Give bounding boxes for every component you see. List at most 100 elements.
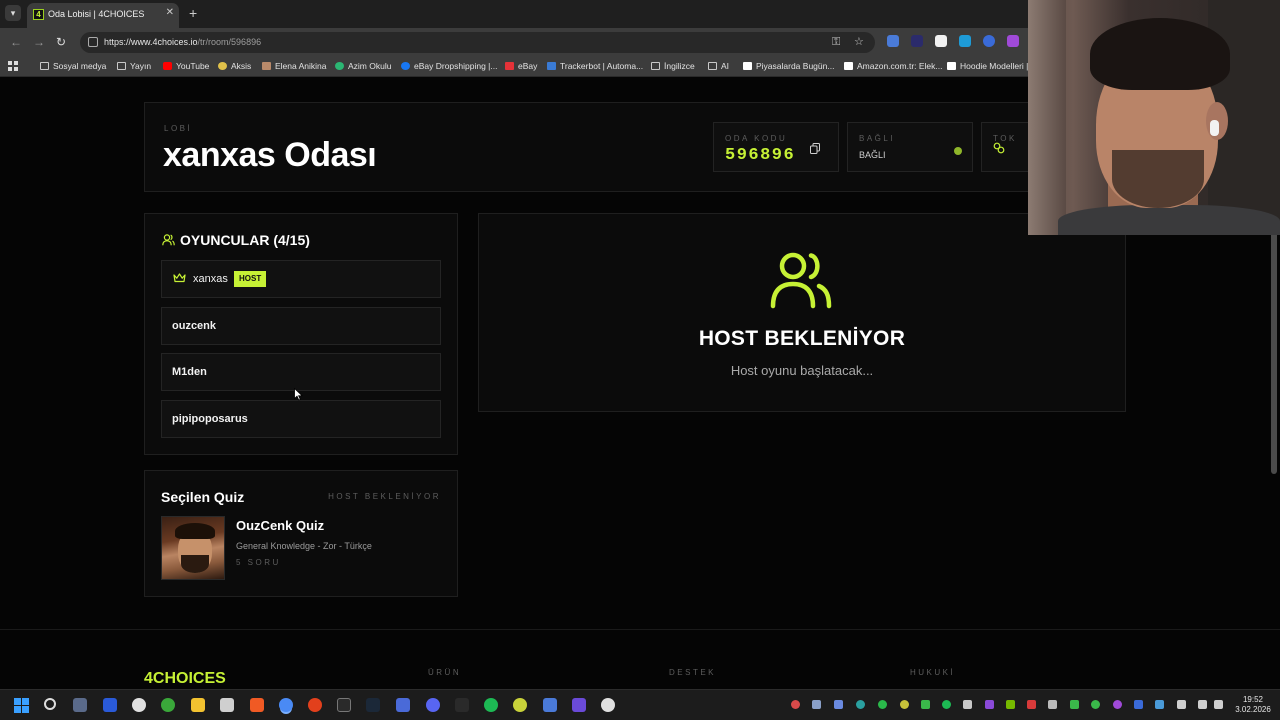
- store-icon[interactable]: [220, 698, 234, 712]
- webcam-shirt: [1058, 205, 1280, 235]
- bookmark-star-icon[interactable]: ☆: [854, 36, 864, 48]
- browser-tab-active[interactable]: 4 Oda Lobisi | 4CHOICES ✕: [27, 3, 179, 28]
- volume-icon[interactable]: [1214, 700, 1223, 709]
- audio-extension-icon[interactable]: [911, 35, 923, 47]
- footer-column-product: ÜRÜN: [428, 668, 462, 677]
- tray-nvidia-icon[interactable]: [1006, 700, 1015, 709]
- brave-icon[interactable]: [250, 698, 264, 712]
- app-icon-6[interactable]: [543, 698, 557, 712]
- footer-brand[interactable]: 4CHOICES: [144, 670, 226, 688]
- bookmark-ingilizce[interactable]: İngilizce: [651, 61, 695, 71]
- system-clock[interactable]: 19:52 3.02.2026: [1232, 695, 1274, 715]
- url-text[interactable]: https://www.4choices.io/tr/room/596896: [104, 37, 261, 47]
- bookmark-youtube[interactable]: YouTube: [163, 61, 209, 71]
- room-title: xanxas Odası: [163, 136, 377, 174]
- windows-start-icon[interactable]: [14, 698, 29, 713]
- bookmark-piyasalarda-bugun[interactable]: Piyasalarda Bugün...: [743, 61, 834, 71]
- tray-icon-1[interactable]: [791, 700, 800, 709]
- app-icon-5[interactable]: [513, 698, 527, 712]
- tray-icon-10[interactable]: [985, 700, 994, 709]
- player-row[interactable]: M1den: [161, 353, 441, 391]
- password-key-icon[interactable]: ⚿: [832, 36, 840, 48]
- apps-grid-icon[interactable]: [8, 61, 18, 71]
- webcam-overlay: [1028, 0, 1280, 235]
- player-name: xanxas: [193, 273, 228, 285]
- player-row[interactable]: pipipoposarus: [161, 400, 441, 438]
- ebay-icon: [505, 62, 514, 70]
- bookmark-elena-anikina[interactable]: Elena Anikina: [262, 61, 327, 71]
- bookmark-trackerbot[interactable]: Trackerbot | Automa...: [547, 61, 643, 71]
- ea-icon[interactable]: [308, 698, 322, 712]
- webcam-beard: [1112, 150, 1204, 208]
- tray-icon-15[interactable]: [1091, 700, 1100, 709]
- tray-icon-7[interactable]: [921, 700, 930, 709]
- tray-icon-13[interactable]: [1048, 700, 1057, 709]
- tray-icon-18[interactable]: [1155, 700, 1164, 709]
- bookmark-aksis[interactable]: Aksis: [218, 61, 251, 71]
- discord-icon[interactable]: [426, 698, 440, 712]
- extension-icon[interactable]: [935, 35, 947, 47]
- lobby-header-card: LOBİ xanxas Odası ODA KODU 596896 BAĞLI …: [144, 102, 1127, 192]
- bookmark-azim-okulu[interactable]: Azim Okulu: [335, 61, 391, 71]
- forward-icon[interactable]: →: [33, 35, 45, 49]
- file-explorer-icon[interactable]: [191, 698, 205, 712]
- tray-icon-3[interactable]: [834, 700, 843, 709]
- app-icon-7[interactable]: [572, 698, 586, 712]
- mouse-cursor-icon: [294, 388, 303, 401]
- search-icon[interactable]: [44, 698, 56, 710]
- reload-icon[interactable]: ↻: [56, 35, 66, 49]
- tradingview-icon: [743, 62, 752, 70]
- bookmark-ebay[interactable]: eBay: [505, 61, 537, 71]
- tab-search-button[interactable]: ▾: [5, 5, 21, 21]
- app-icon-4[interactable]: [455, 698, 469, 712]
- back-icon[interactable]: ←: [10, 35, 22, 49]
- epic-games-icon[interactable]: [337, 698, 351, 712]
- windows-taskbar: 19:52 3.02.2026: [0, 689, 1280, 720]
- tray-icon-4[interactable]: [856, 700, 865, 709]
- bookmark-yayin[interactable]: Yayın: [117, 61, 151, 71]
- bookmark-amazon[interactable]: Amazon.com.tr: Elek...: [844, 61, 943, 71]
- tray-icon-12[interactable]: [1027, 700, 1036, 709]
- new-tab-button[interactable]: +: [189, 5, 197, 21]
- bookmark-label: eBay: [518, 61, 538, 71]
- app-icon-2[interactable]: [132, 698, 146, 712]
- xbox-icon[interactable]: [161, 698, 175, 712]
- spotify-icon[interactable]: [484, 698, 498, 712]
- tray-icon-5[interactable]: [878, 700, 887, 709]
- tray-spotify-icon[interactable]: [942, 700, 951, 709]
- bookmark-sosyal-medya[interactable]: Sosyal medya: [40, 61, 106, 71]
- app-icon-3[interactable]: [396, 698, 410, 712]
- bookmark-ebay-dropshipping[interactable]: eBay Dropshipping |...: [401, 61, 497, 71]
- player-name: M1den: [172, 366, 207, 378]
- address-bar[interactable]: https://www.4choices.io/tr/room/596896 ⚿…: [80, 32, 875, 53]
- close-icon[interactable]: ✕: [166, 7, 174, 18]
- extension-icon-4[interactable]: [1007, 35, 1019, 47]
- microphone-icon[interactable]: [1177, 700, 1186, 709]
- waiting-subtitle: Host oyunu başlatacak...: [730, 363, 874, 378]
- tray-icon-6[interactable]: [900, 700, 909, 709]
- tray-steam-icon[interactable]: [812, 700, 821, 709]
- extension-icon-3[interactable]: [983, 35, 995, 47]
- app-icon-8[interactable]: [601, 698, 615, 712]
- player-row-host[interactable]: xanxas HOST: [161, 260, 441, 298]
- tray-icon-14[interactable]: [1070, 700, 1079, 709]
- translate-extension-icon[interactable]: [887, 35, 899, 47]
- player-row[interactable]: ouzcenk: [161, 307, 441, 345]
- quiz-name: OuzCenk Quiz: [236, 518, 325, 533]
- quiz-meta: General Knowledge - Zor - Türkçe: [236, 541, 372, 551]
- folder-icon: [708, 62, 717, 70]
- bookmark-ai[interactable]: AI: [708, 61, 729, 71]
- app-icon-1[interactable]: [103, 698, 117, 712]
- extension-icon-2[interactable]: [959, 35, 971, 47]
- players-title: OYUNCULAR (4/15): [180, 232, 310, 248]
- site-info-icon[interactable]: [88, 37, 98, 47]
- tray-icon-17[interactable]: [1134, 700, 1143, 709]
- copy-icon[interactable]: [810, 143, 820, 154]
- chrome-icon[interactable]: [279, 698, 293, 712]
- bookmark-hoodie-modelleri[interactable]: Hoodie Modelleri |: [947, 61, 1028, 71]
- steam-icon[interactable]: [366, 698, 380, 712]
- network-icon[interactable]: [1198, 700, 1207, 709]
- task-view-icon[interactable]: [73, 698, 87, 712]
- tray-icon-9[interactable]: [963, 700, 972, 709]
- tray-icon-16[interactable]: [1113, 700, 1122, 709]
